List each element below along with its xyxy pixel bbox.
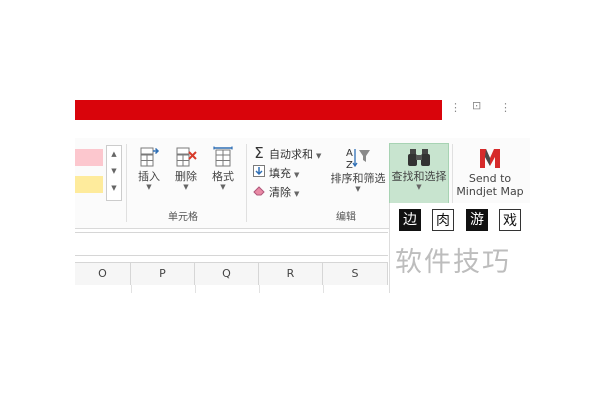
style-swatch-bad[interactable] — [75, 149, 103, 166]
column-header-s[interactable]: S — [323, 263, 388, 285]
sort-filter-label: 排序和筛选 — [330, 172, 386, 185]
find-select-label: 查找和选择 — [391, 170, 447, 183]
format-cells-icon — [213, 146, 233, 167]
insert-button[interactable]: 插入 ▼ — [134, 143, 164, 213]
style-swatch-neutral[interactable] — [75, 176, 103, 193]
mindjet-label-line2: Mindjet Map — [456, 185, 524, 198]
send-to-mindjet-button[interactable]: Send to Mindjet Map — [456, 143, 524, 200]
autosum-button[interactable]: Σ 自动求和 ▼ — [252, 145, 321, 161]
chevron-down-icon[interactable]: ▼ — [107, 163, 121, 180]
chevron-down-icon: ▼ — [416, 183, 422, 191]
formula-bar[interactable] — [75, 232, 388, 256]
fill-button[interactable]: 填充 ▼ — [252, 165, 299, 181]
delete-cells-icon — [176, 147, 197, 167]
eraser-icon — [252, 185, 266, 201]
chevron-down-icon: ▼ — [183, 183, 189, 191]
clear-button[interactable]: 清除 ▼ — [252, 185, 299, 201]
fill-down-icon — [252, 165, 266, 182]
worksheet-grid[interactable] — [75, 285, 388, 293]
fill-label: 填充 — [269, 167, 291, 180]
format-button[interactable]: 格式 ▼ — [208, 143, 238, 213]
svg-text:A: A — [346, 148, 353, 159]
svg-text:Z: Z — [346, 160, 353, 170]
sort-filter-icon: A Z — [346, 148, 370, 170]
watermark-box: 边 — [399, 209, 421, 231]
restore-icon[interactable]: ⊡ — [472, 99, 481, 112]
format-label: 格式 — [212, 170, 234, 183]
column-header-row: O P Q R S — [75, 262, 388, 286]
watermark-box: 戏 — [499, 209, 521, 231]
binoculars-icon — [408, 149, 430, 166]
column-header-o[interactable]: O — [75, 263, 131, 285]
insert-cells-icon — [140, 147, 160, 167]
title-bar — [75, 100, 442, 120]
group-separator — [246, 144, 247, 222]
watermark-box: 游 — [466, 209, 488, 231]
styles-gallery-scroll[interactable]: ▲ ▼ ▼ — [106, 145, 122, 201]
watermark-text: 软件技巧 — [395, 247, 511, 278]
delete-button[interactable]: 删除 ▼ — [170, 143, 202, 213]
chevron-down-icon: ▼ — [316, 152, 322, 160]
watermark-box: 肉 — [432, 209, 454, 231]
chevron-up-icon[interactable]: ▲ — [107, 146, 121, 163]
clear-label: 清除 — [269, 186, 291, 199]
chevron-down-icon: ▼ — [294, 190, 300, 198]
insert-label: 插入 — [138, 170, 160, 183]
chevron-down-icon: ▼ — [294, 171, 300, 179]
expand-gallery-icon[interactable]: ▼ — [107, 180, 121, 197]
chevron-down-icon: ▼ — [355, 185, 361, 193]
more-icon[interactable]: ⋮ — [500, 101, 511, 114]
column-header-r[interactable]: R — [259, 263, 323, 285]
mindjet-icon — [480, 149, 500, 168]
editing-group-label: 编辑 — [336, 212, 356, 223]
sigma-icon: Σ — [254, 144, 264, 162]
column-header-p[interactable]: P — [131, 263, 195, 285]
chevron-down-icon: ▼ — [220, 183, 226, 191]
sort-filter-button[interactable]: A Z 排序和筛选 ▼ — [330, 143, 386, 213]
autosum-label: 自动求和 — [269, 148, 313, 161]
cells-group-label: 单元格 — [168, 212, 198, 223]
group-separator — [126, 144, 127, 222]
mindjet-label-line1: Send to — [468, 172, 512, 185]
column-header-q[interactable]: Q — [195, 263, 259, 285]
chevron-down-icon: ▼ — [146, 183, 152, 191]
ribbon-display-icon[interactable]: ⋮ — [450, 101, 461, 114]
delete-label: 删除 — [175, 170, 197, 183]
